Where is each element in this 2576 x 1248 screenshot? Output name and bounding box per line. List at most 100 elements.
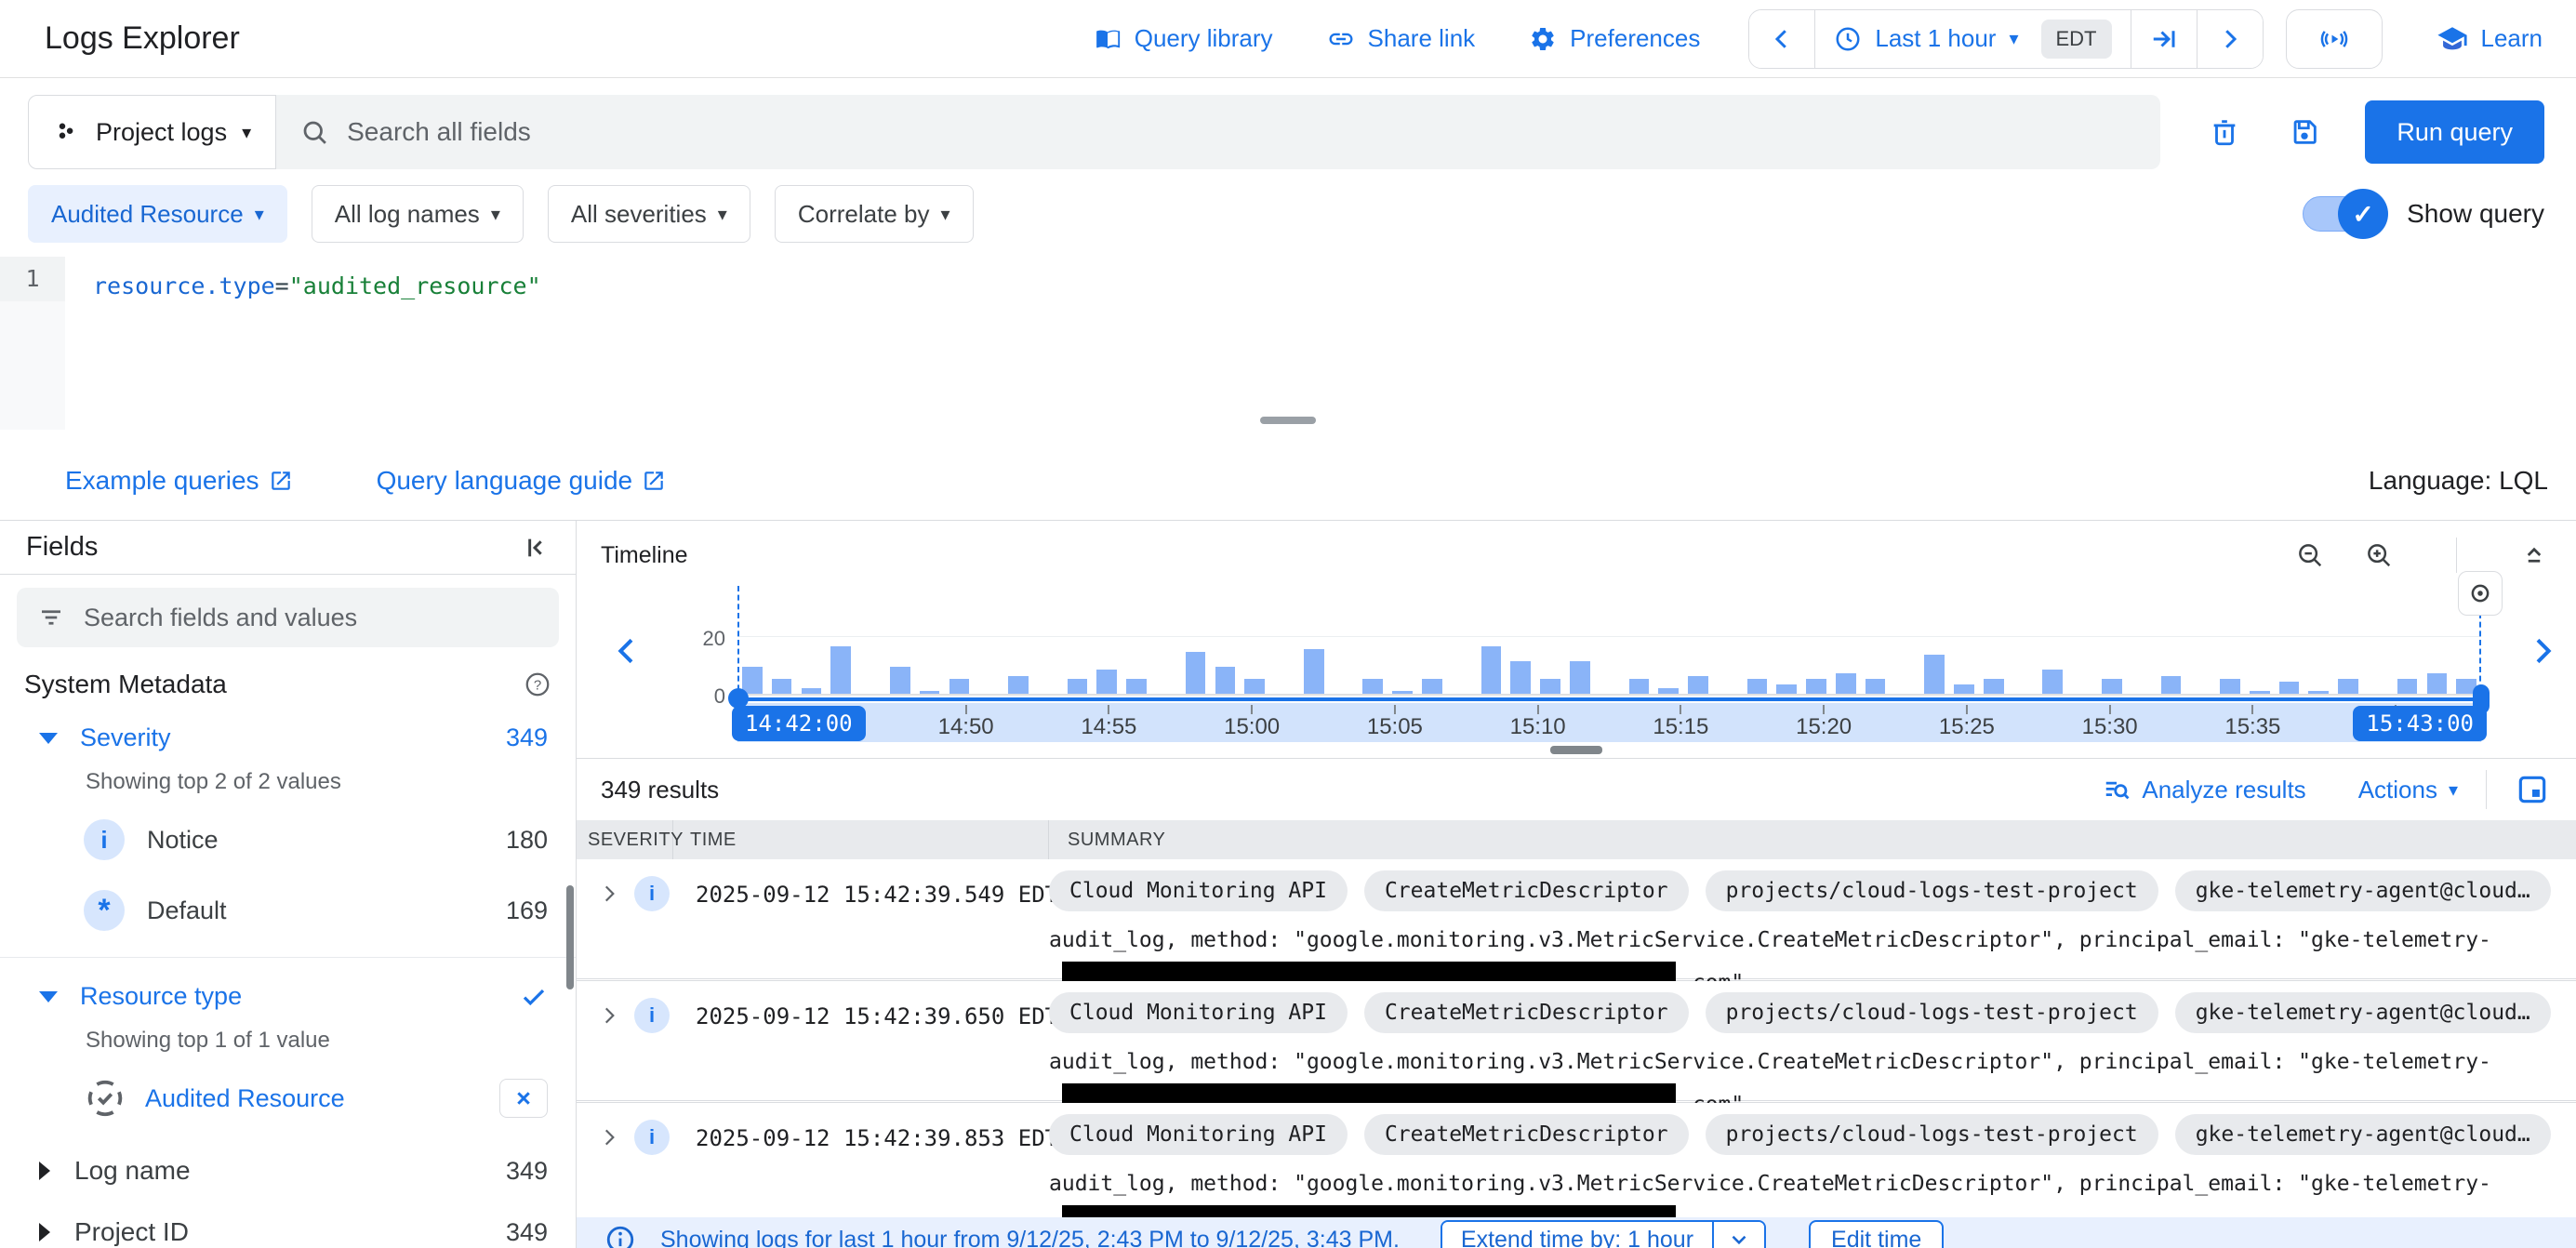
- summary-chip[interactable]: Cloud Monitoring API: [1049, 992, 1348, 1033]
- field-resource-type[interactable]: Resource type: [0, 982, 576, 1011]
- caret-down-icon: ▾: [718, 203, 727, 226]
- summary-chip[interactable]: gke-telemetry-agent@cloud…: [2175, 1114, 2551, 1155]
- jump-to-now-button[interactable]: [2131, 10, 2198, 68]
- summary-chip[interactable]: CreateMetricDescriptor: [1364, 992, 1689, 1033]
- preferences-button[interactable]: Preferences: [1529, 24, 1700, 53]
- time-range-control: Last 1 hour ▾ EDT: [1748, 9, 2263, 69]
- log-row[interactable]: i 2025-09-12 15:42:39.549 EDT Cloud Moni…: [577, 859, 2576, 981]
- learn-button[interactable]: Learn: [2437, 23, 2543, 55]
- gear-icon: [1529, 25, 1557, 53]
- resource-type-value[interactable]: Audited Resource ×: [0, 1072, 576, 1124]
- timeline-chart[interactable]: [737, 636, 2481, 696]
- summary-chip[interactable]: gke-telemetry-agent@cloud…: [2175, 870, 2551, 911]
- y-axis-min: 0: [688, 684, 725, 709]
- zoom-in-icon[interactable]: [2365, 541, 2393, 569]
- severities-filter-chip[interactable]: All severities ▾: [548, 185, 750, 243]
- timeline-bar: [1831, 637, 1861, 694]
- summary-chip[interactable]: projects/cloud-logs-test-project: [1706, 870, 2158, 911]
- expand-row-icon[interactable]: [597, 1003, 621, 1028]
- time-forward-button[interactable]: [2198, 10, 2263, 68]
- summary-chip[interactable]: projects/cloud-logs-test-project: [1706, 992, 2158, 1033]
- timeline-bar: [1653, 637, 1683, 694]
- field-severity[interactable]: Severity 349: [0, 724, 576, 752]
- clock-icon: [1834, 25, 1862, 53]
- scope-selector[interactable]: Project logs ▾: [28, 95, 276, 169]
- expand-row-icon[interactable]: [597, 882, 621, 906]
- timeline-bar: [885, 637, 915, 694]
- query-library-button[interactable]: Query library: [1094, 24, 1273, 53]
- correlate-filter-chip[interactable]: Correlate by ▾: [775, 185, 974, 243]
- analyze-results-button[interactable]: Analyze results: [2103, 776, 2305, 804]
- collapse-timeline-icon[interactable]: [2520, 541, 2548, 569]
- book-icon: [1094, 25, 1122, 53]
- time-range-dropdown[interactable]: Last 1 hour ▾ EDT: [1815, 10, 2131, 68]
- editor-resize-handle[interactable]: [1260, 417, 1316, 424]
- scrollbar-thumb[interactable]: [566, 885, 574, 989]
- summary-chip[interactable]: CreateMetricDescriptor: [1364, 870, 1689, 911]
- footer-bar: Showing logs for last 1 hour from 9/12/2…: [577, 1217, 2576, 1248]
- check-icon: [520, 983, 548, 1011]
- time-back-button[interactable]: [1749, 10, 1815, 68]
- share-link-button[interactable]: Share link: [1327, 24, 1476, 53]
- show-query-toggle[interactable]: ✓: [2303, 194, 2388, 233]
- timeline-bar: [1358, 637, 1388, 694]
- triangle-right-icon: [39, 1223, 50, 1241]
- selection-end-time[interactable]: 15:43:00: [2353, 706, 2487, 741]
- save-icon: [2289, 116, 2320, 148]
- timeline-bar: [2157, 637, 2186, 694]
- stream-logs-button[interactable]: [2286, 9, 2383, 69]
- timeline-bar: [1979, 637, 2009, 694]
- log-row[interactable]: i 2025-09-12 15:42:39.853 EDT Cloud Moni…: [577, 1103, 2576, 1225]
- search-input[interactable]: [347, 117, 2136, 147]
- timeline-brush-band[interactable]: 14:5014:5515:0015:0515:1015:1515:2015:25…: [737, 703, 2481, 742]
- help-icon[interactable]: ?: [524, 670, 551, 698]
- severity-value-default[interactable]: * Default 169: [0, 884, 576, 936]
- svg-text:?: ?: [534, 678, 541, 694]
- timeline-resize-handle[interactable]: [1550, 746, 1602, 754]
- fields-search-input[interactable]: [84, 604, 538, 632]
- timeline-tick: 14:50: [938, 703, 994, 740]
- summary-chip[interactable]: projects/cloud-logs-test-project: [1706, 1114, 2158, 1155]
- edit-time-button[interactable]: Edit time: [1809, 1220, 1944, 1248]
- timeline-pan-left[interactable]: [608, 632, 645, 670]
- selection-handle-grip[interactable]: [2458, 571, 2503, 616]
- query-language-guide-link[interactable]: Query language guide: [377, 466, 667, 496]
- summary-chip[interactable]: Cloud Monitoring API: [1049, 870, 1348, 911]
- default-label: Default: [147, 896, 506, 925]
- query-editor[interactable]: 1 resource.type="audited_resource": [0, 257, 2576, 430]
- severity-count: 349: [506, 724, 548, 752]
- actions-dropdown[interactable]: Actions ▾: [2358, 776, 2458, 804]
- field-log-name[interactable]: Log name 349: [0, 1156, 576, 1186]
- extend-time-caret-button[interactable]: [1712, 1222, 1764, 1248]
- collapse-panel-icon[interactable]: [520, 533, 550, 563]
- col-severity: SEVERITY: [577, 820, 673, 859]
- timezone-chip[interactable]: EDT: [2041, 20, 2112, 59]
- field-project-id[interactable]: Project ID 349: [0, 1217, 576, 1247]
- triangle-right-icon: [39, 1162, 50, 1180]
- summary-chip[interactable]: gke-telemetry-agent@cloud…: [2175, 992, 2551, 1033]
- summary-line2: audit_log, method: "google.monitoring.v3…: [1049, 1050, 2557, 1074]
- caret-down-icon: ▾: [2449, 778, 2458, 802]
- save-query-button[interactable]: [2289, 116, 2320, 148]
- summary-chip[interactable]: Cloud Monitoring API: [1049, 1114, 1348, 1155]
- log-row[interactable]: i 2025-09-12 15:42:39.650 EDT Cloud Moni…: [577, 981, 2576, 1103]
- summary-chips: Cloud Monitoring API CreateMetricDescrip…: [1049, 992, 2557, 1033]
- caret-down-icon: ▾: [2009, 27, 2018, 50]
- resource-filter-chip[interactable]: Audited Resource ▾: [28, 185, 287, 243]
- extend-time-button[interactable]: Extend time by: 1 hour: [1442, 1222, 1712, 1248]
- zoom-out-icon[interactable]: [2296, 541, 2324, 569]
- expand-results-icon[interactable]: [2515, 772, 2550, 807]
- editor-gutter: 1: [0, 257, 65, 430]
- query-code-line[interactable]: resource.type="audited_resource": [93, 264, 541, 309]
- selection-start-time[interactable]: 14:42:00: [732, 706, 866, 741]
- summary-chip[interactable]: CreateMetricDescriptor: [1364, 1114, 1689, 1155]
- caret-down-icon: ▾: [255, 203, 264, 226]
- expand-row-icon[interactable]: [597, 1125, 621, 1149]
- remove-filter-button[interactable]: ×: [499, 1079, 548, 1118]
- run-query-button[interactable]: Run query: [2365, 100, 2544, 164]
- timeline-pan-right[interactable]: [2524, 632, 2561, 670]
- example-queries-link[interactable]: Example queries: [65, 466, 293, 496]
- clear-query-button[interactable]: [2209, 116, 2240, 148]
- severity-value-notice[interactable]: i Notice 180: [0, 814, 576, 866]
- log-names-filter-chip[interactable]: All log names ▾: [312, 185, 524, 243]
